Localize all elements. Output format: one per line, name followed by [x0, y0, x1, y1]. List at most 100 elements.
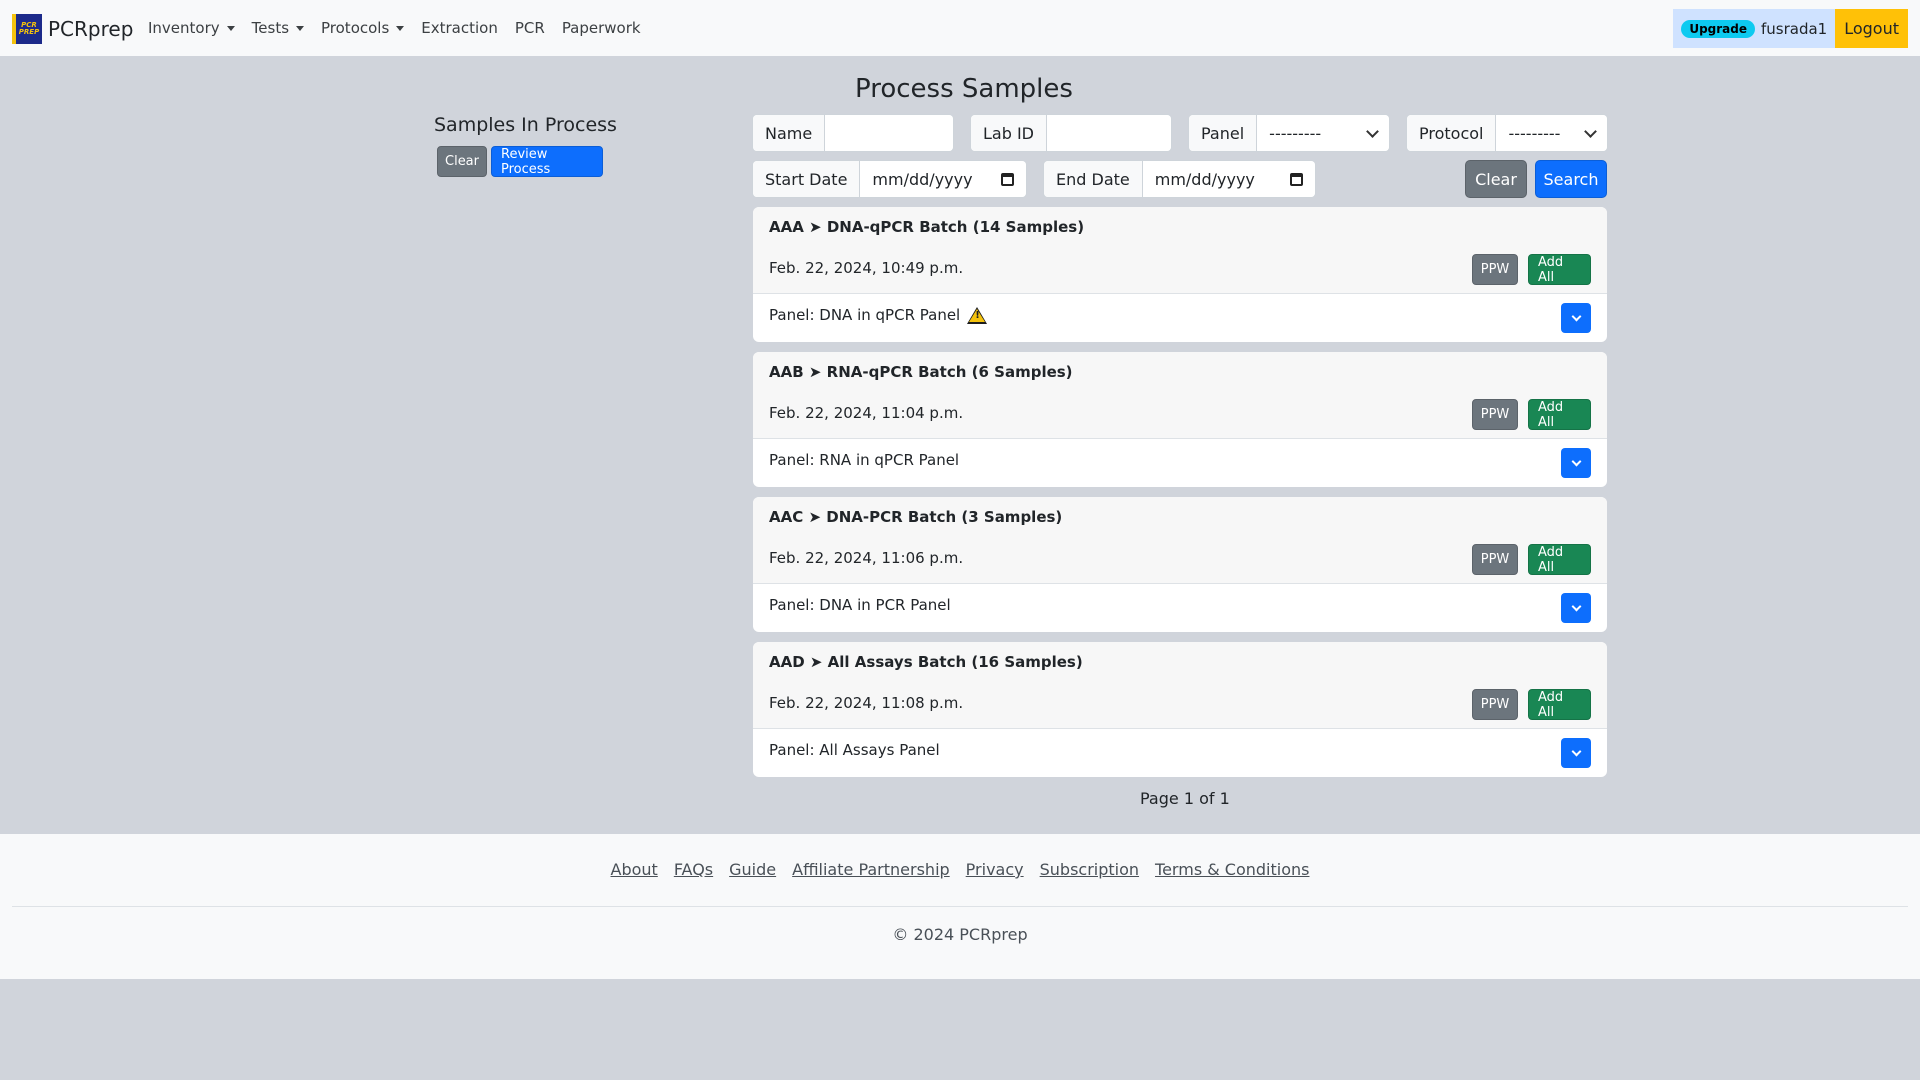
add-all-button[interactable]: Add All: [1528, 254, 1591, 285]
footer-link-faqs[interactable]: FAQs: [674, 860, 713, 879]
footer-link-terms[interactable]: Terms & Conditions: [1155, 860, 1309, 879]
chevron-down-icon: [1571, 456, 1581, 467]
end-date-label: End Date: [1044, 161, 1143, 197]
review-process-button[interactable]: Review Process: [491, 146, 603, 177]
batch-card-body: Panel: DNA in PCR Panel: [753, 584, 1607, 632]
nav-inventory-dropdown[interactable]: Inventory: [148, 19, 235, 37]
batch-card-header: AAA ➤ DNA-qPCR Batch (14 Samples) Feb. 2…: [753, 207, 1607, 294]
ppw-button[interactable]: PPW: [1472, 254, 1518, 285]
user-area: Upgrade fusrada1 Logout: [1673, 9, 1908, 48]
protocol-filter: Protocol ---------: [1406, 114, 1608, 152]
start-date-filter: Start Date mm/dd/yyyy: [752, 160, 1027, 198]
protocol-label: Protocol: [1407, 115, 1497, 151]
batch-panel-text: Panel: DNA in PCR Panel: [769, 596, 951, 614]
batch-date: Feb. 22, 2024, 10:49 p.m.: [769, 259, 964, 277]
panel-select[interactable]: ---------: [1257, 115, 1389, 151]
protocol-select[interactable]: ---------: [1496, 115, 1607, 151]
chevron-down-icon: [1571, 746, 1581, 757]
sidebar-clear-button[interactable]: Clear: [437, 146, 487, 177]
footer-link-privacy[interactable]: Privacy: [966, 860, 1024, 879]
footer-link-affiliate[interactable]: Affiliate Partnership: [792, 860, 950, 879]
end-date-input[interactable]: mm/dd/yyyy: [1142, 161, 1315, 197]
upgrade-badge[interactable]: Upgrade: [1681, 19, 1755, 38]
expand-button[interactable]: [1561, 448, 1591, 478]
footer-link-guide[interactable]: Guide: [729, 860, 776, 879]
batch-date: Feb. 22, 2024, 11:04 p.m.: [769, 404, 964, 422]
nav-tests-dropdown[interactable]: Tests: [251, 19, 305, 37]
batch-panel: Panel: All Assays Panel: [769, 741, 940, 759]
batch-card-header: AAB ➤ RNA-qPCR Batch (6 Samples) Feb. 22…: [753, 352, 1607, 439]
ppw-button[interactable]: PPW: [1472, 544, 1518, 575]
chevron-down-icon: [1571, 311, 1581, 322]
expand-button[interactable]: [1561, 738, 1591, 768]
start-date-input[interactable]: mm/dd/yyyy: [860, 161, 1026, 197]
panel-select-value: ---------: [1269, 123, 1322, 143]
ppw-button[interactable]: PPW: [1472, 689, 1518, 720]
start-date-label: Start Date: [753, 161, 861, 197]
batch-title: AAA ➤ DNA-qPCR Batch (14 Samples): [769, 218, 1085, 236]
batch-date: Feb. 22, 2024, 11:06 p.m.: [769, 549, 964, 567]
end-date-value: mm/dd/yyyy: [1154, 169, 1255, 189]
logout-button[interactable]: Logout: [1835, 9, 1908, 48]
filter-clear-button[interactable]: Clear: [1465, 160, 1527, 198]
nav-extraction-link[interactable]: Extraction: [421, 19, 498, 37]
name-label: Name: [753, 115, 826, 151]
caret-down-icon: [396, 25, 405, 31]
chevron-down-icon: [1584, 124, 1597, 138]
chevron-down-icon: [1366, 124, 1379, 138]
samples-in-process-title: Samples In Process: [434, 114, 617, 136]
expand-button[interactable]: [1561, 593, 1591, 623]
nav-protocols-dropdown[interactable]: Protocols: [321, 19, 405, 37]
batch-card-header: AAD ➤ All Assays Batch (16 Samples) Feb.…: [753, 642, 1607, 729]
navbar: PCR PREP PCRprep Inventory Tests Protoco…: [0, 0, 1920, 56]
nav-link-label: Inventory: [148, 19, 220, 37]
add-all-button[interactable]: Add All: [1528, 399, 1591, 430]
footer-links: About FAQs Guide Affiliate Partnership P…: [0, 860, 1920, 879]
calendar-icon[interactable]: [1290, 172, 1303, 186]
batch-panel: Panel: DNA in qPCR Panel: [769, 306, 988, 324]
batch-card: AAC ➤ DNA-PCR Batch (3 Samples) Feb. 22,…: [753, 497, 1607, 632]
nav-pcr-link[interactable]: PCR: [515, 19, 545, 37]
footer-link-subscription[interactable]: Subscription: [1040, 860, 1139, 879]
username[interactable]: fusrada1: [1761, 20, 1827, 38]
batch-title: AAB ➤ RNA-qPCR Batch (6 Samples): [769, 363, 1073, 381]
protocol-select-value: ---------: [1508, 123, 1561, 143]
labid-filter: Lab ID: [970, 114, 1172, 152]
expand-button[interactable]: [1561, 303, 1591, 333]
end-date-filter: End Date mm/dd/yyyy: [1043, 160, 1316, 198]
add-all-button[interactable]: Add All: [1528, 544, 1591, 575]
batch-card: AAB ➤ RNA-qPCR Batch (6 Samples) Feb. 22…: [753, 352, 1607, 487]
batch-card: AAA ➤ DNA-qPCR Batch (14 Samples) Feb. 2…: [753, 207, 1607, 342]
batch-card-header: AAC ➤ DNA-PCR Batch (3 Samples) Feb. 22,…: [753, 497, 1607, 584]
panel-label: Panel: [1189, 115, 1258, 151]
start-date-value: mm/dd/yyyy: [872, 169, 973, 189]
batch-panel: Panel: DNA in PCR Panel: [769, 596, 951, 614]
footer-divider: [12, 906, 1908, 907]
batch-title: AAD ➤ All Assays Batch (16 Samples): [769, 653, 1083, 671]
batch-card-body: Panel: RNA in qPCR Panel: [753, 439, 1607, 487]
panel-filter: Panel ---------: [1188, 114, 1390, 152]
footer: About FAQs Guide Affiliate Partnership P…: [0, 834, 1920, 979]
caret-down-icon: [226, 25, 235, 31]
batch-title: AAC ➤ DNA-PCR Batch (3 Samples): [769, 508, 1063, 526]
add-all-button[interactable]: Add All: [1528, 689, 1591, 720]
copyright: © 2024 PCRprep: [892, 925, 1028, 944]
pcrprep-logo-icon: PCR PREP: [12, 14, 42, 44]
chevron-down-icon: [1571, 601, 1581, 612]
ppw-button[interactable]: PPW: [1472, 399, 1518, 430]
batch-panel-text: Panel: RNA in qPCR Panel: [769, 451, 960, 469]
name-input[interactable]: [825, 115, 953, 151]
brand-link[interactable]: PCR PREP PCRprep: [12, 14, 133, 44]
labid-input[interactable]: [1047, 115, 1171, 151]
pagination-text: Page 1 of 1: [1140, 789, 1230, 808]
footer-link-about[interactable]: About: [611, 860, 658, 879]
nav-link-label: Tests: [251, 19, 290, 37]
caret-down-icon: [296, 25, 305, 31]
calendar-icon[interactable]: [1001, 172, 1014, 186]
search-button[interactable]: Search: [1535, 160, 1607, 198]
nav-paperwork-link[interactable]: Paperwork: [562, 19, 641, 37]
name-filter: Name: [752, 114, 954, 152]
labid-label: Lab ID: [971, 115, 1047, 151]
batch-card: AAD ➤ All Assays Batch (16 Samples) Feb.…: [753, 642, 1607, 777]
batch-card-body: Panel: DNA in qPCR Panel: [753, 294, 1607, 342]
